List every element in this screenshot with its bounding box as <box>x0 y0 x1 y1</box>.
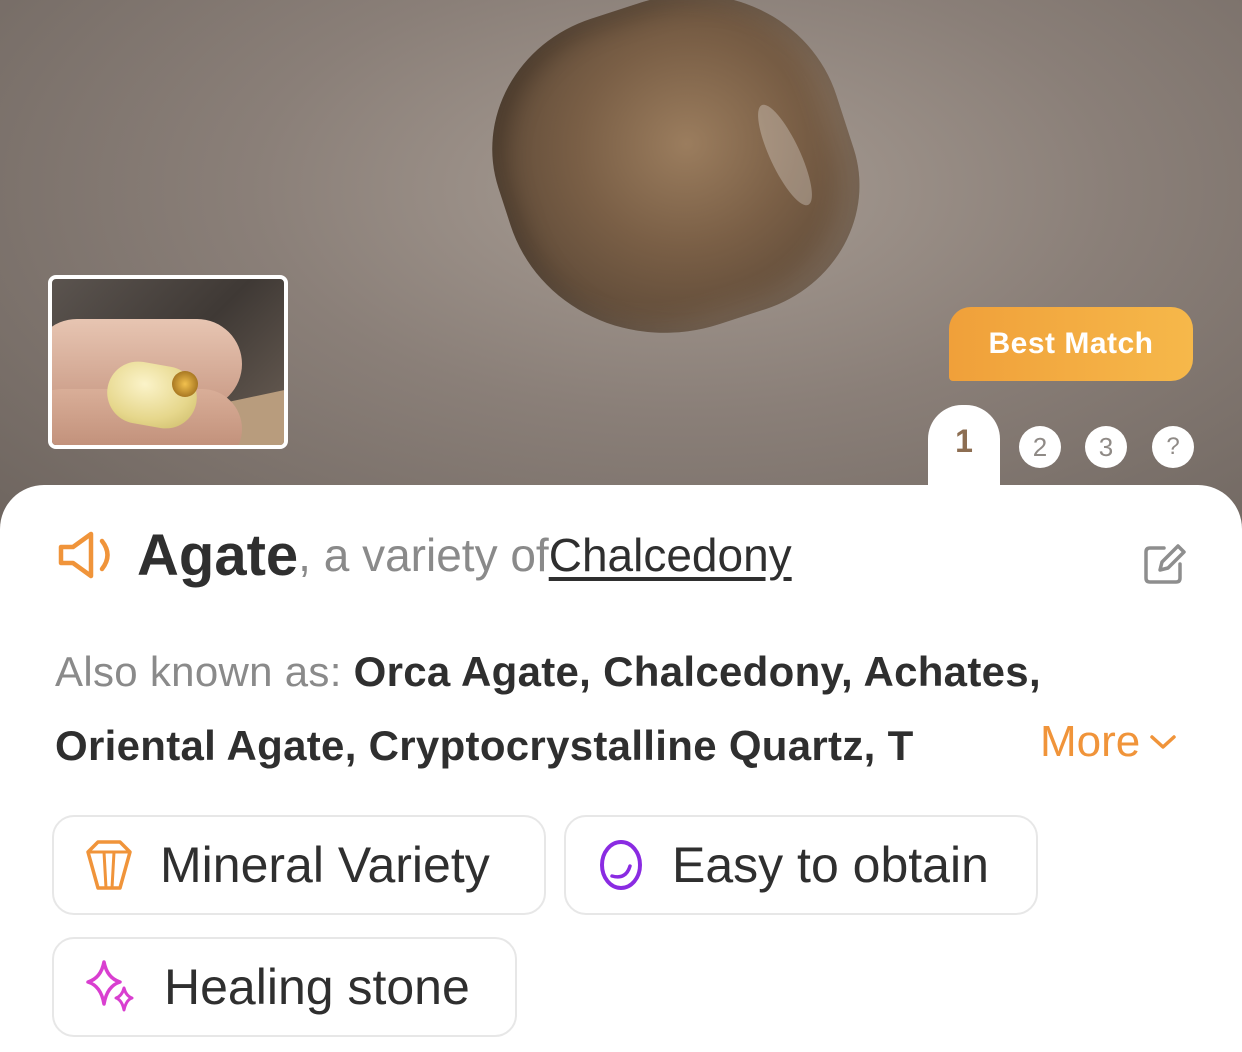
chip-healing-stone[interactable]: Healing stone <box>52 937 517 1037</box>
more-label: More <box>1040 717 1141 766</box>
result-title: Agate , a variety of Chalcedony <box>55 520 792 590</box>
aka-label: Also known as: <box>55 648 354 695</box>
result-tab-2[interactable]: 2 <box>1019 426 1061 468</box>
best-match-badge: Best Match <box>949 307 1193 381</box>
speaker-icon[interactable] <box>55 529 121 581</box>
mineral-name: Agate <box>137 522 299 588</box>
chevron-down-icon <box>1150 735 1176 749</box>
user-photo-thumbnail[interactable] <box>48 275 288 449</box>
sparkle-icon <box>86 960 134 1012</box>
result-tab-unknown[interactable]: ? <box>1152 426 1194 468</box>
result-tab-1[interactable]: 1 <box>928 405 1000 505</box>
chip-easy-to-obtain[interactable]: Easy to obtain <box>564 815 1038 915</box>
chip-label: Healing stone <box>164 959 470 1015</box>
chip-mineral-variety[interactable]: Mineral Variety <box>52 815 546 915</box>
result-tab-3[interactable]: 3 <box>1085 426 1127 468</box>
parent-mineral-link[interactable]: Chalcedony <box>549 528 792 582</box>
chip-label: Easy to obtain <box>672 837 989 893</box>
more-button[interactable]: More <box>1020 712 1181 772</box>
specimen-stone <box>457 0 893 377</box>
chip-label: Mineral Variety <box>160 837 490 893</box>
variety-text: , a variety of <box>298 529 549 581</box>
edit-icon[interactable] <box>1140 540 1188 588</box>
aka-names-line-1: Orca Agate, Chalcedony, Achates, <box>353 648 1041 695</box>
oval-stone-icon <box>600 840 642 890</box>
crystal-icon <box>86 840 132 890</box>
